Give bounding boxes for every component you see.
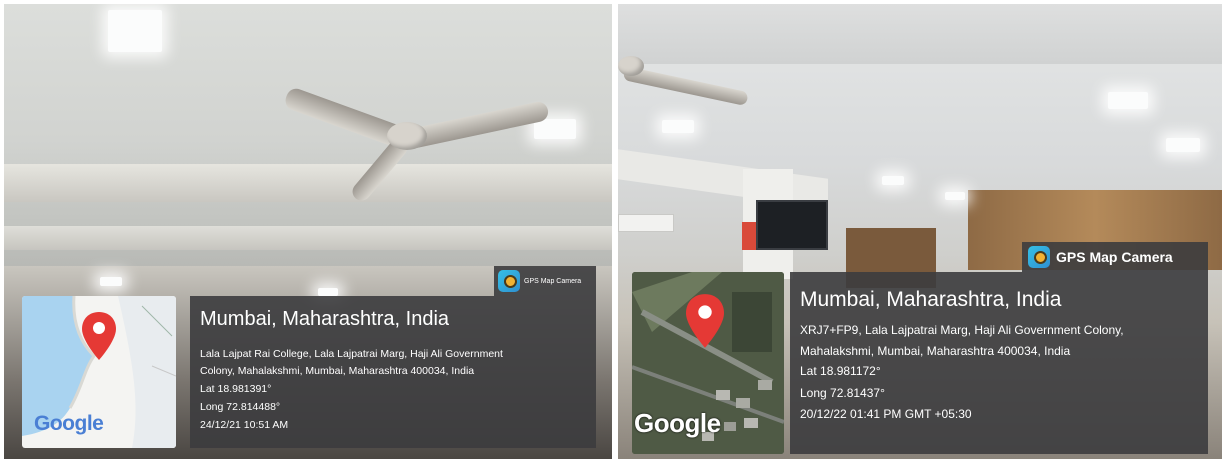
gps-map-camera-icon (1028, 246, 1050, 268)
gps-map-camera-icon (498, 270, 520, 292)
longitude: Long 72.814488° (200, 401, 281, 413)
ceiling-light (108, 10, 162, 52)
ceiling-panel (618, 4, 1222, 64)
latitude: Lat 18.981172° (800, 364, 881, 378)
ceiling-light (945, 192, 965, 200)
map-thumbnail: Google (632, 272, 784, 454)
address-line: Lala Lajpat Rai College, Lala Lajpatrai … (200, 348, 503, 360)
ceiling-beam (4, 164, 612, 202)
ceiling-light (534, 119, 576, 139)
location-title: Mumbai, Maharashtra, India (200, 308, 450, 330)
right-photo: GPS Map Camera Mumbai, Maharashtra, Indi… (618, 4, 1222, 459)
app-badge: GPS Map Camera (494, 266, 596, 296)
ceiling-light (1166, 138, 1200, 152)
app-name: GPS Map Camera (524, 277, 582, 285)
wall-tv (756, 200, 828, 250)
address-line: Mahalakshmi, Mumbai, Maharashtra 400034,… (800, 344, 1071, 358)
map-pin-icon (82, 312, 116, 360)
location-title: Mumbai, Maharashtra, India (800, 288, 1062, 311)
air-conditioner (618, 214, 674, 232)
ceiling-light (662, 120, 694, 133)
red-sign (742, 222, 756, 250)
google-logo: Google (34, 412, 104, 435)
latitude: Lat 18.981391° (200, 383, 272, 395)
address-line: Colony, Mahalakshmi, Mumbai, Maharashtra… (200, 365, 475, 377)
date-time: 24/12/21 10:51 AM (200, 419, 289, 431)
address-line: XRJ7+FP9, Lala Lajpatrai Marg, Haji Ali … (800, 323, 1124, 337)
google-logo: Google (634, 408, 721, 438)
app-badge: GPS Map Camera (1022, 242, 1208, 272)
location-info-panel: Mumbai, Maharashtra, India XRJ7+FP9, Lal… (790, 272, 1208, 454)
map-thumbnail: Google (22, 296, 176, 448)
date-time: 20/12/22 01:41 PM GMT +05:30 (800, 407, 972, 421)
ceiling-light (318, 288, 338, 296)
ceiling-light (882, 176, 904, 185)
left-photo: GPS Map Camera Mumbai, Maharashtra, Indi… (4, 4, 612, 459)
ceiling-light (1108, 92, 1148, 109)
address: XRJ7+FP9, Lala Lajpatrai Marg, Haji Ali … (800, 320, 1124, 362)
location-info-panel: Mumbai, Maharashtra, India Lala Lajpat R… (190, 296, 596, 448)
ceiling-beam (4, 226, 612, 250)
map-pin-icon (686, 294, 724, 348)
longitude: Long 72.81437° (800, 386, 885, 400)
address: Lala Lajpat Rai College, Lala Lajpatrai … (200, 346, 503, 380)
app-name: GPS Map Camera (1056, 249, 1173, 265)
ceiling-light (100, 277, 122, 286)
